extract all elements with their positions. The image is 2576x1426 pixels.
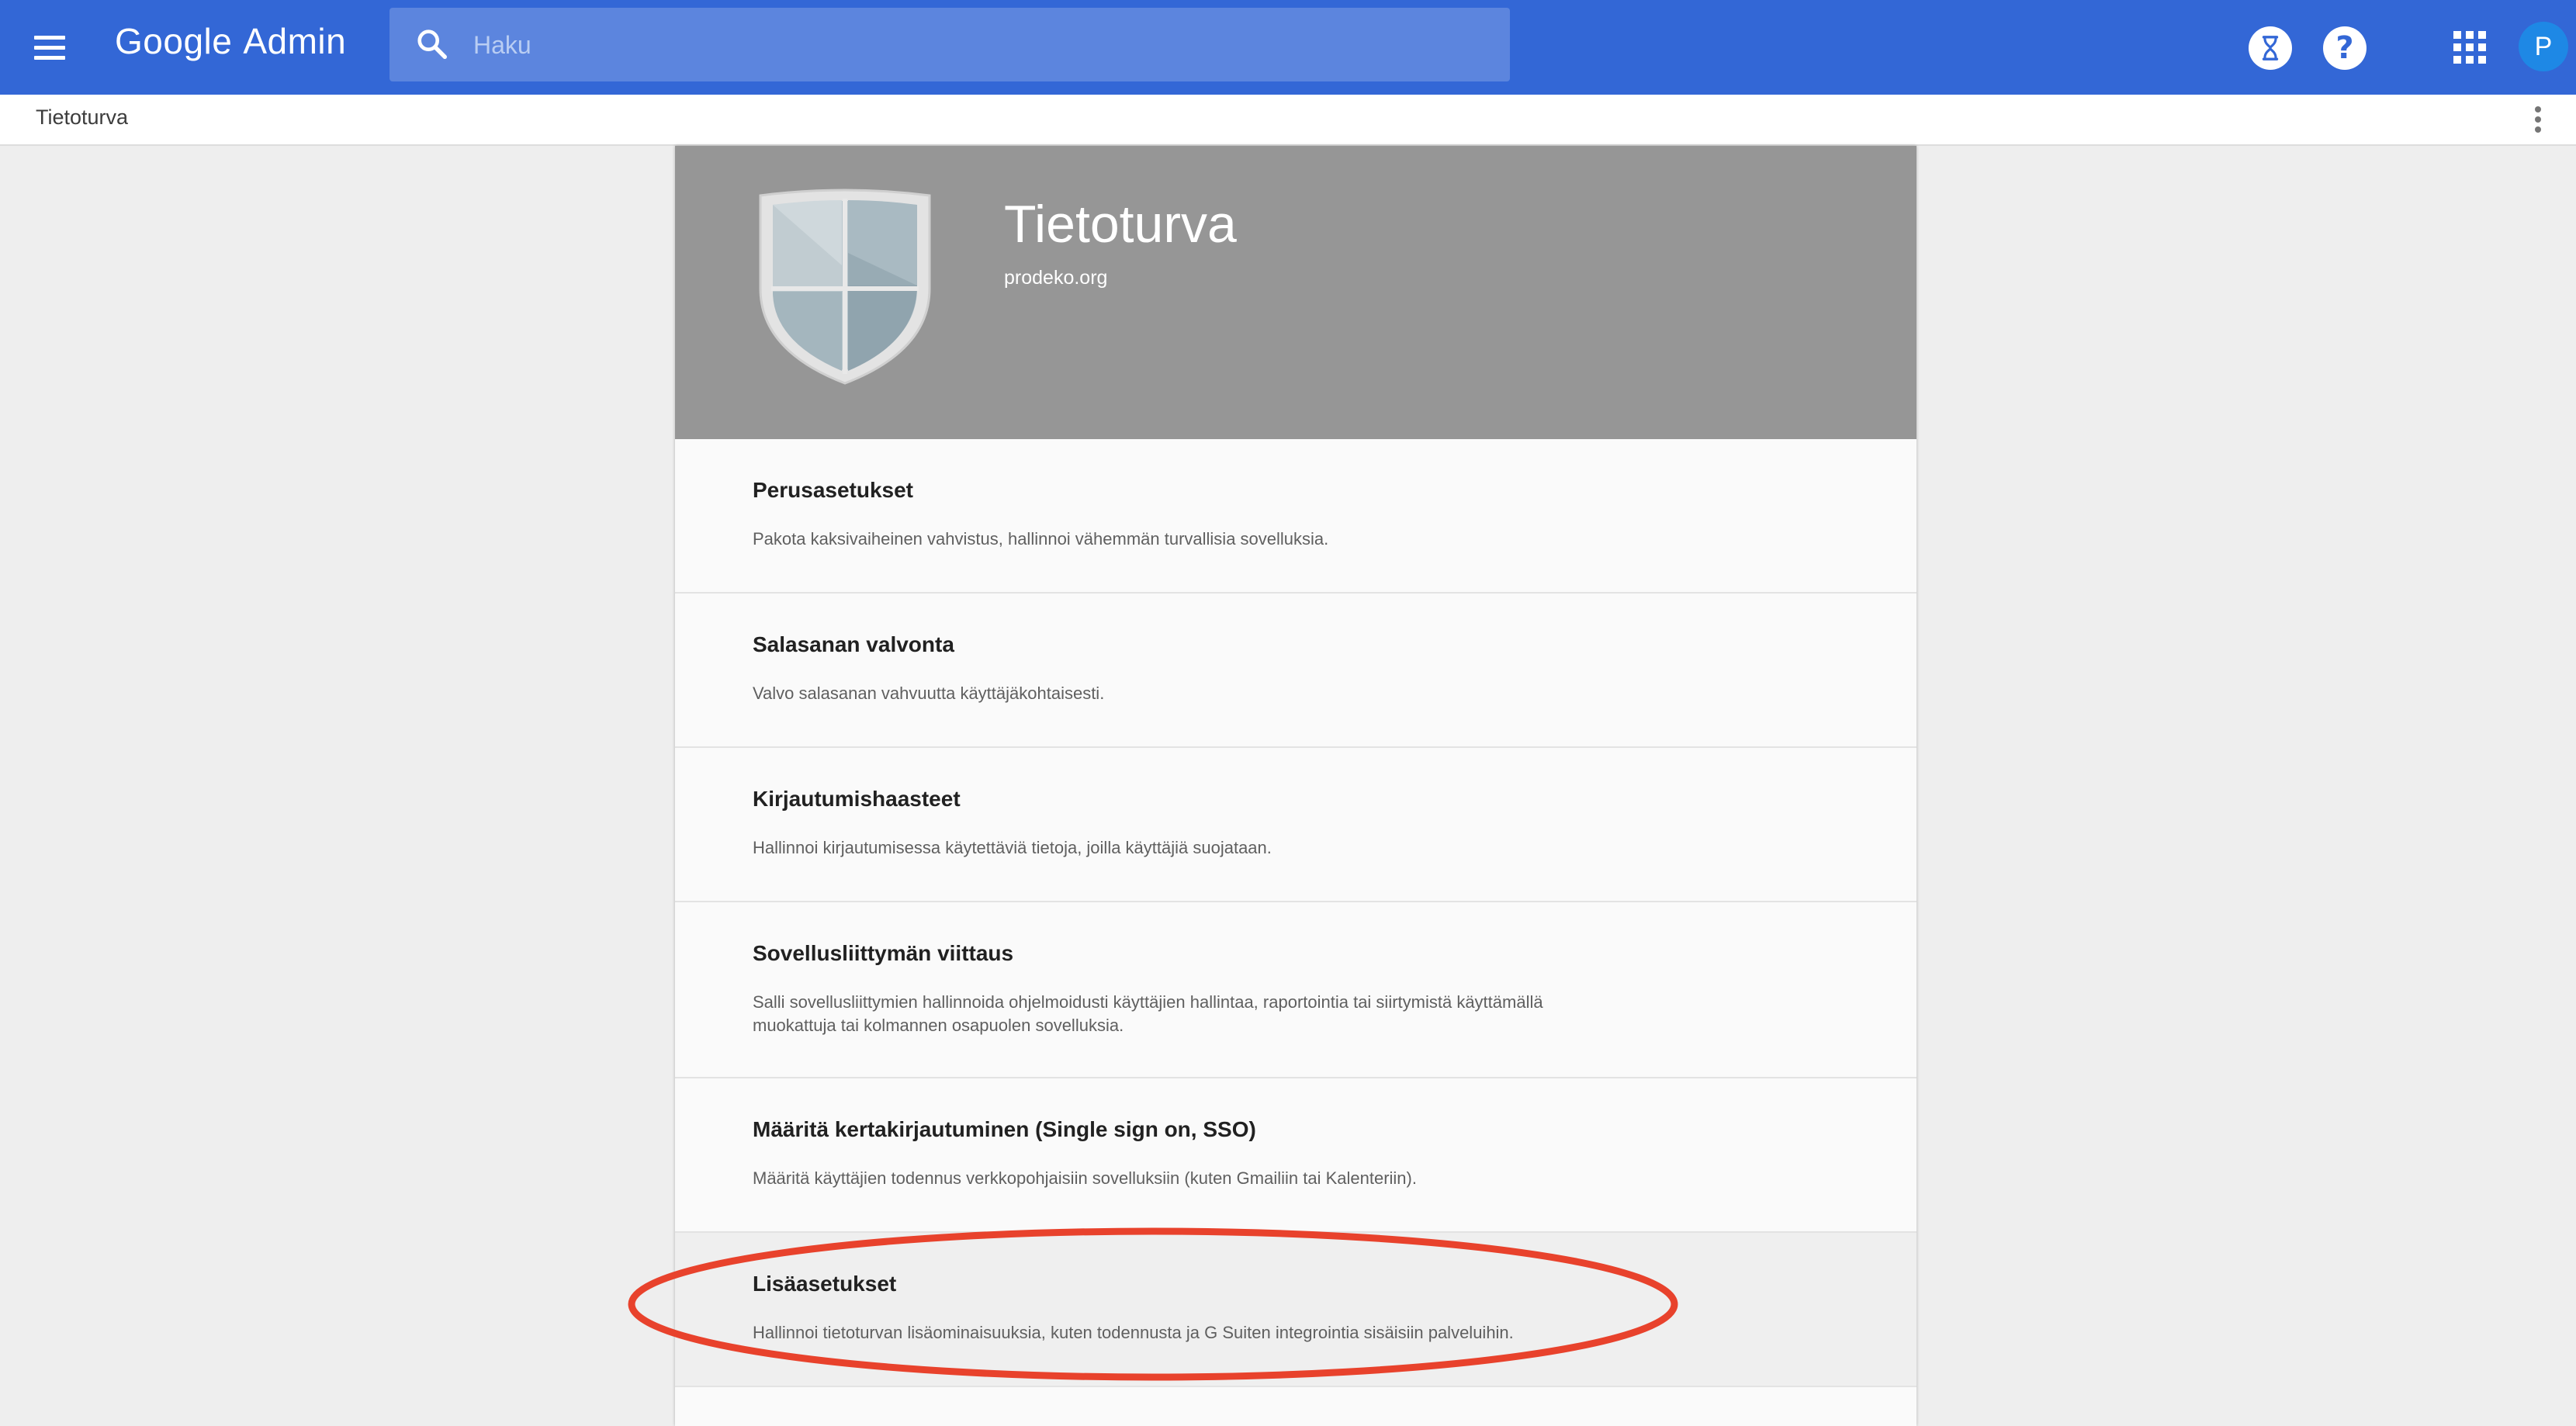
search-icon	[417, 29, 447, 59]
hero-header: Tietoturva prodeko.org	[675, 146, 1916, 439]
search-input[interactable]	[472, 22, 1480, 68]
breadcrumb[interactable]: Tietoturva	[36, 106, 128, 130]
brand-google: Google	[115, 21, 233, 61]
setting-row-basic[interactable]: Perusasetukset Pakota kaksivaiheinen vah…	[675, 439, 1916, 594]
help-icon: ?	[2335, 30, 2354, 66]
help-button[interactable]: ?	[2323, 26, 2367, 70]
tasks-button[interactable]	[2249, 26, 2292, 70]
avatar-initial: P	[2534, 31, 2553, 61]
google-admin-logo[interactable]: Google Admin	[115, 20, 346, 62]
setting-description: Hallinnoi kirjautumisessa käytettäviä ti…	[753, 838, 1272, 857]
apps-launcher-button[interactable]	[2452, 29, 2488, 65]
settings-list: Perusasetukset Pakota kaksivaiheinen vah…	[675, 439, 1916, 1387]
setting-description: Hallinnoi tietoturvan lisäominaisuuksia,…	[753, 1323, 1514, 1342]
page-title: Tietoturva	[1004, 195, 1237, 254]
setting-title: Sovellusliittymän viittaus	[753, 941, 1014, 965]
account-avatar[interactable]: P	[2519, 22, 2568, 71]
breadcrumb-bar: Tietoturva	[0, 95, 2576, 146]
apps-grid-icon	[2453, 31, 2486, 64]
menu-icon-bar	[34, 35, 65, 40]
setting-description: Pakota kaksivaiheinen vahvistus, hallinn…	[753, 529, 1329, 549]
more-options-button[interactable]	[2526, 102, 2550, 137]
setting-description: Määritä käyttäjien todennus verkkopohjai…	[753, 1168, 1417, 1188]
brand-admin: Admin	[243, 21, 347, 61]
more-vert-icon	[2535, 106, 2541, 112]
setting-title: Lisäasetukset	[753, 1272, 897, 1296]
setting-row-sso[interactable]: Määritä kertakirjautuminen (Single sign …	[675, 1078, 1916, 1233]
main-menu-button[interactable]	[28, 26, 71, 69]
setting-description: Valvo salasanan vahvuutta käyttäjäkohtai…	[753, 684, 1105, 703]
hourglass-icon	[2262, 36, 2279, 61]
setting-title: Salasanan valvonta	[753, 632, 954, 656]
setting-title: Perusasetukset	[753, 478, 914, 502]
setting-title: Kirjautumishaasteet	[753, 787, 961, 811]
top-app-bar: GoogleAdmin ? P	[0, 0, 2576, 95]
setting-row-login-challenges[interactable]: Kirjautumishaasteet Hallinnoi kirjautumi…	[675, 748, 1916, 902]
menu-icon-bar	[34, 55, 65, 60]
setting-row-api-reference[interactable]: Sovellusliittymän viittaus Salli sovellu…	[675, 902, 1916, 1078]
setting-row-password-monitoring[interactable]: Salasanan valvonta Valvo salasanan vahvu…	[675, 594, 1916, 748]
menu-icon-bar	[34, 45, 65, 50]
setting-description: Salli sovellusliittymien hallinnoida ohj…	[753, 992, 1543, 1035]
setting-title: Määritä kertakirjautuminen (Single sign …	[753, 1117, 1256, 1141]
setting-row-advanced[interactable]: Lisäasetukset Hallinnoi tietoturvan lisä…	[675, 1233, 1916, 1387]
domain-subtitle: prodeko.org	[1004, 267, 1108, 289]
security-card: Tietoturva prodeko.org Perusasetukset Pa…	[675, 146, 1916, 1426]
shield-icon	[759, 189, 931, 385]
search-box[interactable]	[390, 8, 1510, 81]
